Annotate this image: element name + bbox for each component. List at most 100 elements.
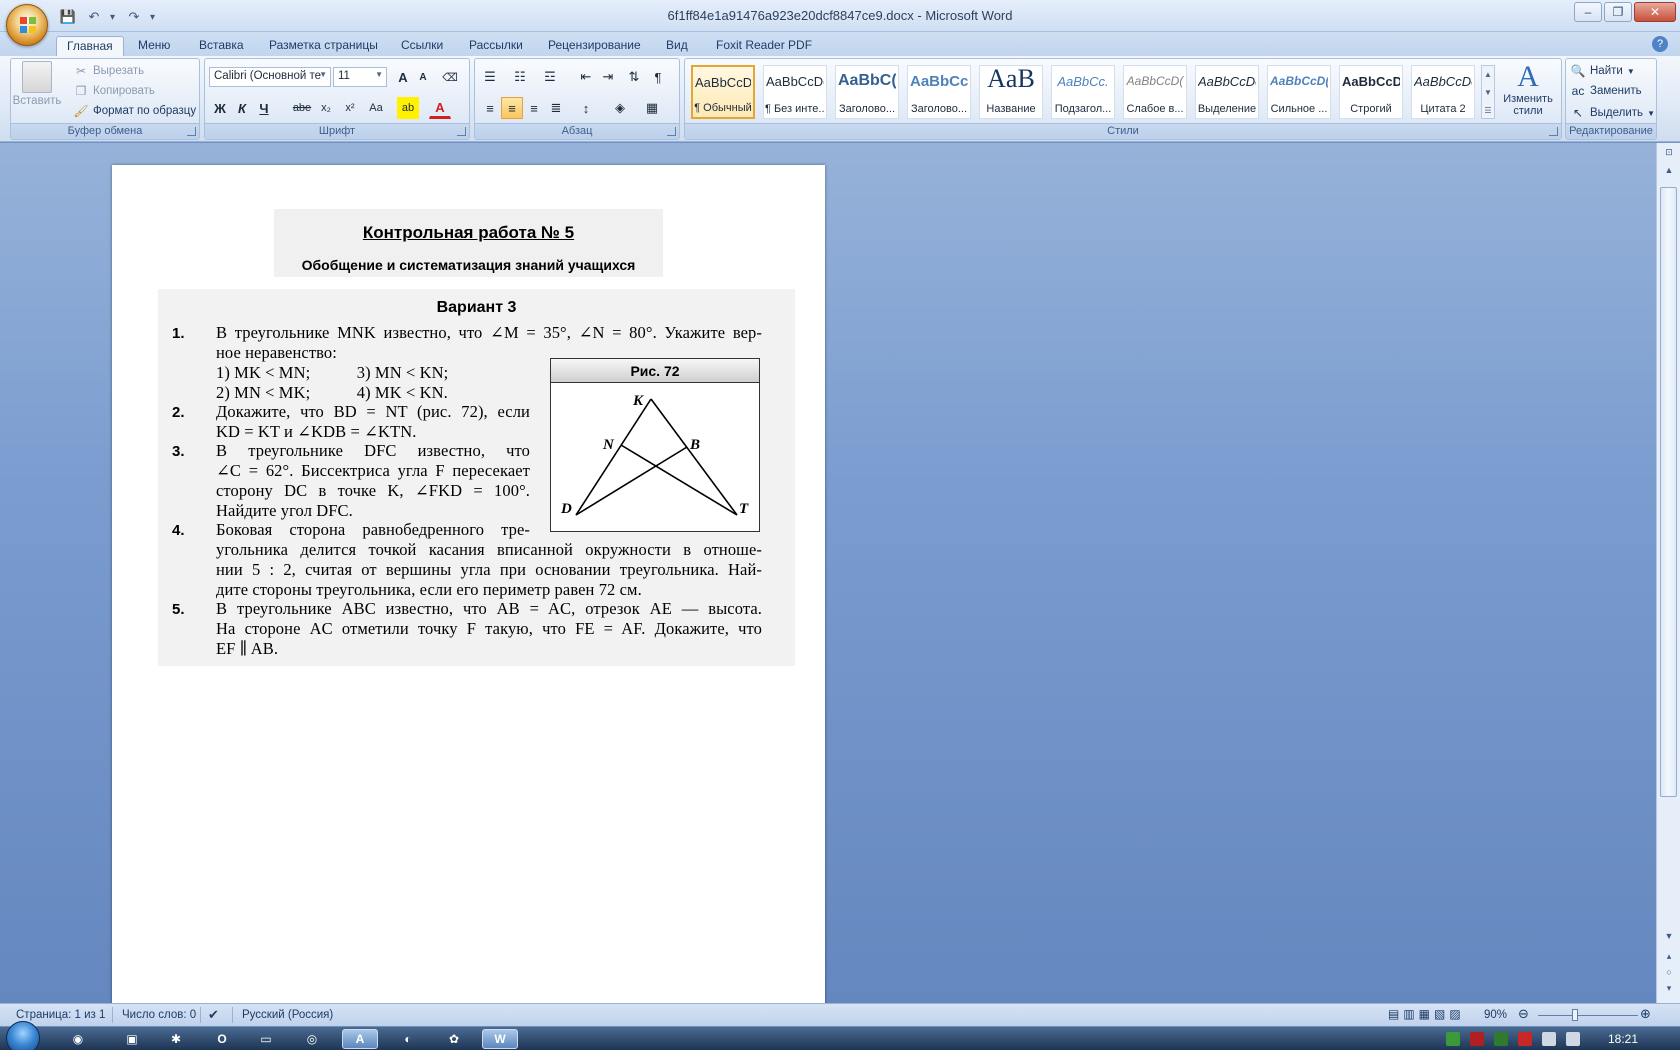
prev-page-icon[interactable]: ▴ <box>1661 951 1677 965</box>
taskbar-app-firefox-icon[interactable]: ◐ <box>390 1029 426 1049</box>
borders-icon[interactable]: ▦ <box>641 97 663 119</box>
taskbar-app-paint-icon[interactable]: ✿ <box>436 1029 472 1049</box>
taskbar-app-voice-icon[interactable]: ◉ <box>60 1029 96 1049</box>
replace-button[interactable]: ac Заменить <box>1570 83 1642 99</box>
proofing-icon[interactable]: ✔ <box>208 1007 219 1023</box>
select-button[interactable]: ↖ Выделить ▼ <box>1570 105 1655 121</box>
sort-icon[interactable]: ⇅ <box>623 66 645 88</box>
shrink-font-button[interactable]: A <box>412 66 434 88</box>
style-title[interactable]: AaB Название <box>979 64 1043 119</box>
style-heading-2[interactable]: AaBbCc Заголово... <box>907 65 971 119</box>
bullets-icon[interactable]: ☰ <box>479 66 501 88</box>
font-size-field[interactable]: 11 ▼ <box>333 67 387 87</box>
tab-mailings[interactable]: Рассылки <box>459 36 533 56</box>
clear-format-icon[interactable]: ⌫ <box>439 66 461 88</box>
dialog-launcher-icon[interactable] <box>187 127 196 136</box>
zoom-out-icon[interactable]: ⊖ <box>1518 1006 1529 1022</box>
tab-home[interactable]: Главная <box>56 36 124 56</box>
office-button[interactable] <box>6 4 48 46</box>
align-center-icon[interactable]: ≡ <box>501 97 523 119</box>
subscript-button[interactable]: x₂ <box>315 97 337 119</box>
taskbar-app-folder-icon[interactable]: ▭ <box>248 1029 284 1049</box>
next-page-icon[interactable]: ▾ <box>1661 983 1677 997</box>
scroll-down-icon[interactable]: ▼ <box>1661 931 1677 945</box>
highlight-icon[interactable]: ab <box>397 97 419 119</box>
pilcrow-icon[interactable]: ¶ <box>647 66 669 88</box>
tray-sync-icon[interactable] <box>1494 1032 1508 1046</box>
shading-icon[interactable]: ◈ <box>609 97 631 119</box>
tab-references[interactable]: Ссылки <box>391 36 453 56</box>
style-subtitle[interactable]: AaBbCc. Подзагол... <box>1051 65 1115 119</box>
clock[interactable]: 18:21 <box>1608 1032 1638 1046</box>
view-buttons[interactable]: ▤▥▦▧▨ <box>1388 1007 1465 1021</box>
font-color-icon[interactable]: A <box>429 97 451 119</box>
ruler-toggle-icon[interactable]: ⊡ <box>1661 147 1677 161</box>
style-no-spacing[interactable]: AaBbCcDc ¶ Без инте... <box>763 65 827 119</box>
styles-scroll[interactable]: ▲ ▼ ☰ <box>1481 65 1495 119</box>
numbering-icon[interactable]: ☷ <box>509 66 531 88</box>
scroll-up-icon[interactable]: ▲ <box>1661 165 1677 179</box>
decrease-indent-icon[interactable]: ⇤ <box>575 66 597 88</box>
bold-button[interactable]: Ж <box>209 97 231 119</box>
tab-insert[interactable]: Вставка <box>189 36 254 56</box>
tab-foxit[interactable]: Foxit Reader PDF <box>706 36 822 56</box>
zoom-slider-thumb[interactable] <box>1572 1009 1578 1021</box>
word-count[interactable]: Число слов: 0 <box>122 1009 196 1021</box>
italic-button[interactable]: К <box>231 97 253 119</box>
tab-menu[interactable]: Меню <box>128 36 180 56</box>
taskbar-app-green-icon[interactable]: A <box>342 1029 378 1049</box>
dialog-launcher-icon[interactable] <box>1549 127 1558 136</box>
dialog-launcher-icon[interactable] <box>457 127 466 136</box>
superscript-button[interactable]: x² <box>339 97 361 119</box>
increase-indent-icon[interactable]: ⇥ <box>597 66 619 88</box>
vertical-scrollbar[interactable]: ⊡ ▲ ▼ ▴ ○ ▾ <box>1656 143 1680 1003</box>
dialog-launcher-icon[interactable] <box>667 127 676 136</box>
style-strong[interactable]: AaBbCcDc Строгий <box>1339 65 1403 119</box>
align-left-icon[interactable]: ≡ <box>479 97 501 119</box>
style-subtle-emphasis[interactable]: AaBbCcD( Слабое в... <box>1123 65 1187 119</box>
change-case-button[interactable]: Aa <box>365 97 387 119</box>
browse-object-icon[interactable]: ○ <box>1661 967 1677 981</box>
copy-button[interactable]: ❐ Копировать <box>73 83 155 99</box>
tab-review[interactable]: Рецензирование <box>538 36 651 56</box>
maximize-button[interactable]: ❐ <box>1604 2 1632 22</box>
taskbar-app-explorer-icon[interactable]: ▣ <box>114 1029 150 1049</box>
multilevel-list-icon[interactable]: ☲ <box>539 66 561 88</box>
minimize-button[interactable]: – <box>1574 2 1602 22</box>
paste-button[interactable]: Вставить <box>13 61 61 121</box>
style-quote-2[interactable]: AaBbCcDc Цитата 2 <box>1411 65 1475 119</box>
zoom-slider[interactable] <box>1538 1015 1638 1016</box>
style-intense-emphasis[interactable]: AaBbCcD( Сильное ... <box>1267 65 1331 119</box>
taskbar-app-opera-icon[interactable]: O <box>204 1029 240 1049</box>
tray-antivirus-icon[interactable] <box>1518 1032 1532 1046</box>
zoom-in-icon[interactable]: ⊕ <box>1640 1006 1651 1022</box>
taskbar-app-tools-icon[interactable]: ✱ <box>158 1029 194 1049</box>
line-spacing-icon[interactable]: ↕ <box>575 97 597 119</box>
tray-torrent-icon[interactable] <box>1446 1032 1460 1046</box>
strikethrough-button[interactable]: abe <box>291 97 313 119</box>
tab-page-layout[interactable]: Разметка страницы <box>259 36 388 56</box>
tray-network-icon[interactable] <box>1542 1032 1556 1046</box>
tray-adobe-icon[interactable] <box>1470 1032 1484 1046</box>
taskbar-app-word-icon[interactable]: W <box>482 1029 518 1049</box>
align-right-icon[interactable]: ≡ <box>523 97 545 119</box>
page-count[interactable]: Страница: 1 из 1 <box>16 1009 105 1021</box>
grow-font-button[interactable]: A <box>392 66 414 88</box>
format-painter-button[interactable]: 🖌 Формат по образцу <box>73 103 196 119</box>
start-button[interactable] <box>6 1021 40 1050</box>
taskbar-app-chrome-icon[interactable]: ◎ <box>294 1029 330 1049</box>
close-button[interactable]: ✕ <box>1634 2 1676 22</box>
style-emphasis[interactable]: AaBbCcDc Выделение <box>1195 65 1259 119</box>
tab-view[interactable]: Вид <box>656 36 698 56</box>
tray-volume-icon[interactable] <box>1566 1032 1580 1046</box>
font-name-field[interactable]: Calibri (Основной те ▼ <box>209 67 331 87</box>
help-icon[interactable]: ? <box>1652 36 1668 52</box>
underline-button[interactable]: Ч <box>253 97 275 119</box>
find-button[interactable]: 🔍 Найти ▼ <box>1570 63 1635 79</box>
zoom-level[interactable]: 90% <box>1484 1009 1507 1021</box>
style-heading-1[interactable]: AaBbC( Заголово... <box>835 65 899 119</box>
style-normal[interactable]: AaBbCcDc ¶ Обычный <box>691 65 755 119</box>
document-page[interactable]: Контрольная работа № 5 Обобщение и систе… <box>112 165 825 1015</box>
justify-icon[interactable]: ≣ <box>545 97 567 119</box>
language-indicator[interactable]: Русский (Россия) <box>242 1009 333 1021</box>
